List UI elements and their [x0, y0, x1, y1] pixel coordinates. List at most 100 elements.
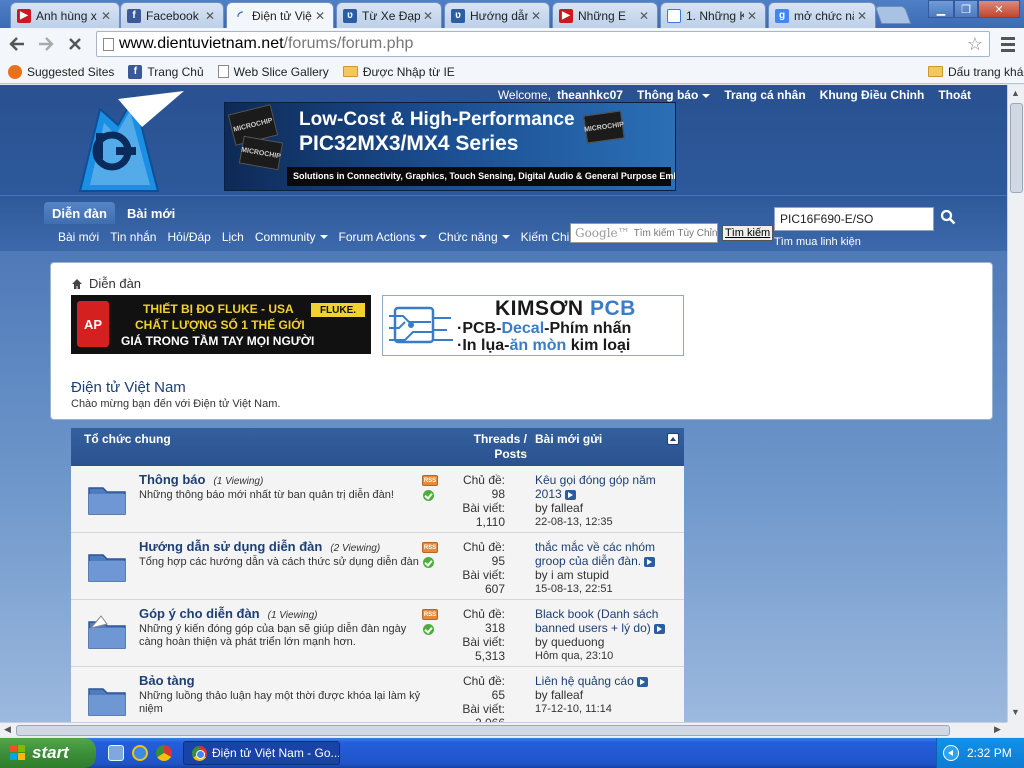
close-tab-icon[interactable]: ✕: [315, 9, 327, 23]
category-title[interactable]: Tổ chức chung: [84, 432, 171, 446]
stop-button[interactable]: [63, 32, 87, 56]
part-search-input[interactable]: PIC16F690-E/SO: [774, 207, 934, 231]
subnav-forum-actions[interactable]: Forum Actions: [339, 230, 428, 244]
close-tab-icon[interactable]: ✕: [423, 9, 435, 23]
last-post-author[interactable]: by falleaf: [535, 688, 680, 702]
last-post-title[interactable]: thắc mắc về các nhóm groop của diễn đàn.: [535, 540, 680, 568]
minimize-button[interactable]: ▁: [928, 0, 954, 18]
username-link[interactable]: theanhkc07: [557, 88, 623, 102]
close-tab-icon[interactable]: ✕: [857, 9, 869, 23]
rss-icon[interactable]: RSS: [422, 609, 438, 620]
internet-explorer-icon[interactable]: [132, 745, 148, 761]
last-post-title[interactable]: Liên hệ quảng cáo: [535, 674, 680, 688]
go-to-post-icon[interactable]: [636, 676, 648, 687]
facebook-icon: f: [127, 8, 141, 23]
subnav-features[interactable]: Chức năng: [438, 230, 510, 244]
search-icon[interactable]: [940, 209, 956, 225]
threads-count: 65: [491, 688, 505, 702]
tab-6[interactable]: ▶ Những E ✕: [552, 2, 658, 28]
scroll-left-icon[interactable]: ◀: [4, 724, 11, 735]
tab-8[interactable]: g mở chức nă ✕: [768, 2, 876, 28]
last-post-date: 15-08-13, 22:51: [535, 583, 613, 595]
forward-button[interactable]: [34, 32, 58, 56]
forum-title[interactable]: Bảo tàng: [139, 673, 203, 688]
scroll-down-icon[interactable]: ▼: [1011, 707, 1020, 717]
rss-icon[interactable]: RSS: [422, 542, 438, 553]
tab-7[interactable]: 1. Những K ✕: [660, 2, 766, 28]
chrome-icon[interactable]: [156, 745, 172, 761]
scroll-up-icon[interactable]: ▲: [1011, 88, 1020, 98]
go-to-post-icon[interactable]: [644, 556, 656, 567]
tab-1[interactable]: ▶ Anh hùng x ✕: [10, 2, 120, 28]
subnav-calendar[interactable]: Lịch: [222, 230, 244, 244]
tab-3-active[interactable]: ◜ Điện tử Việt ✕: [226, 2, 334, 29]
microchip-banner-ad[interactable]: MICROCHIP MICROCHIP MICROCHIP Low-Cost &…: [224, 102, 676, 191]
chip-image: MICROCHIP: [583, 110, 625, 144]
viewing-count: (1 Viewing): [267, 610, 318, 621]
bookmark-star-icon[interactable]: ☆: [967, 34, 983, 55]
search-button[interactable]: Tìm kiếm: [722, 225, 774, 241]
subnav-new-posts[interactable]: Bài mới: [58, 230, 99, 244]
last-post-title[interactable]: Kêu gọi đóng góp năm 2013: [535, 473, 680, 501]
forum-title[interactable]: Góp ý cho diễn đàn (1 Viewing): [139, 606, 317, 621]
go-to-post-icon[interactable]: [564, 489, 576, 500]
subnav-community[interactable]: Community: [255, 230, 328, 244]
bookmark-suggested-sites[interactable]: Suggested Sites: [8, 64, 114, 79]
scroll-right-icon[interactable]: ▶: [994, 724, 1001, 735]
close-tab-icon[interactable]: ✕: [205, 9, 217, 23]
last-post: thắc mắc về các nhóm groop của diễn đàn.…: [535, 540, 680, 596]
last-post-title[interactable]: Black book (Danh sách banned users + lý …: [535, 607, 680, 635]
last-post: Liên hệ quảng cáo by falleaf 17-12-10, 11:…: [535, 674, 680, 716]
bookmark-web-slice-gallery[interactable]: Web Slice Gallery: [217, 65, 329, 79]
tray-expand-icon[interactable]: [943, 745, 959, 761]
vertical-scrollbar[interactable]: ▲ ▼: [1007, 85, 1024, 722]
forum-folder-icon: [88, 615, 126, 649]
start-button[interactable]: start: [0, 738, 96, 768]
bookmark-other[interactable]: Dấu trang khác: [928, 65, 1024, 79]
close-tab-icon[interactable]: ✕: [639, 9, 651, 23]
rss-icon[interactable]: RSS: [422, 475, 438, 486]
forum-title[interactable]: Hướng dẫn sử dụng diễn đàn (2 Viewing): [139, 539, 380, 554]
close-tab-icon[interactable]: ✕: [531, 9, 543, 23]
forum-title[interactable]: Thông báo (1 Viewing): [139, 472, 263, 487]
last-post-author[interactable]: by i am stupid: [535, 568, 680, 582]
close-tab-icon[interactable]: ✕: [101, 9, 113, 23]
forum-title-text: Hướng dẫn sử dụng diễn đàn: [139, 539, 323, 554]
subnav-qa[interactable]: Hỏi/Đáp: [167, 230, 210, 244]
bookmark-imported-ie[interactable]: Được Nhập từ IE: [342, 65, 455, 79]
go-to-post-icon[interactable]: [653, 623, 665, 634]
home-icon[interactable]: [71, 278, 83, 290]
tab-2[interactable]: f Facebook ✕: [120, 2, 224, 28]
collapse-icon[interactable]: [667, 433, 679, 445]
browser-menu-button[interactable]: [998, 34, 1018, 54]
last-post-author[interactable]: by falleaf: [535, 501, 680, 515]
profile-link[interactable]: Trang cá nhân: [724, 88, 805, 102]
new-tab-button[interactable]: [874, 6, 912, 24]
close-tab-icon[interactable]: ✕: [747, 9, 759, 23]
address-bar[interactable]: www.dientuvietnam.net/forums/forum.php ☆: [96, 31, 990, 57]
bookmark-trang-chu[interactable]: f Trang Chủ: [128, 64, 204, 79]
tab-forum[interactable]: Diễn đàn: [44, 202, 115, 224]
tab-4[interactable]: ʋ Từ Xe Đạp ✕: [336, 2, 442, 28]
tab-new-posts[interactable]: Bài mới: [119, 202, 183, 224]
site-logo[interactable]: [58, 89, 184, 193]
tab-5[interactable]: ʋ Hướng dẫn ✕: [444, 2, 550, 28]
back-button[interactable]: [5, 32, 29, 56]
scrollbar-thumb[interactable]: [16, 725, 950, 736]
restore-button[interactable]: ❐: [954, 0, 978, 18]
kimson-pcb-banner-ad[interactable]: KIMSƠN PCB ·PCB-Decal-Phím nhấn ·In lụa-…: [382, 295, 684, 356]
horizontal-scrollbar[interactable]: ◀ ▶: [0, 722, 1007, 737]
last-post-author[interactable]: by queduong: [535, 635, 680, 649]
control-panel-link[interactable]: Khung Điều Chỉnh: [820, 88, 925, 102]
subnav-messages[interactable]: Tin nhắn: [110, 230, 156, 244]
close-window-button[interactable]: ✕: [978, 0, 1020, 18]
scrollbar-thumb[interactable]: [1010, 103, 1023, 193]
part-search-caption: Tìm mua linh kiện: [774, 236, 861, 248]
logout-link[interactable]: Thoát: [938, 88, 971, 102]
fluke-banner-ad[interactable]: AP THIẾT BỊ ĐO FLUKE - USA CHẤT LƯỢNG SỐ…: [71, 295, 371, 354]
taskbar-chrome-window[interactable]: Điện tử Việt Nam - Go...: [183, 741, 340, 765]
show-desktop-icon[interactable]: [108, 745, 124, 761]
breadcrumb-forum[interactable]: Diễn đàn: [89, 276, 141, 291]
google-search-input[interactable]: Google™ Tìm kiếm Tùy Chỉnh: [570, 223, 718, 243]
notifications-link[interactable]: Thông báo: [637, 88, 711, 102]
